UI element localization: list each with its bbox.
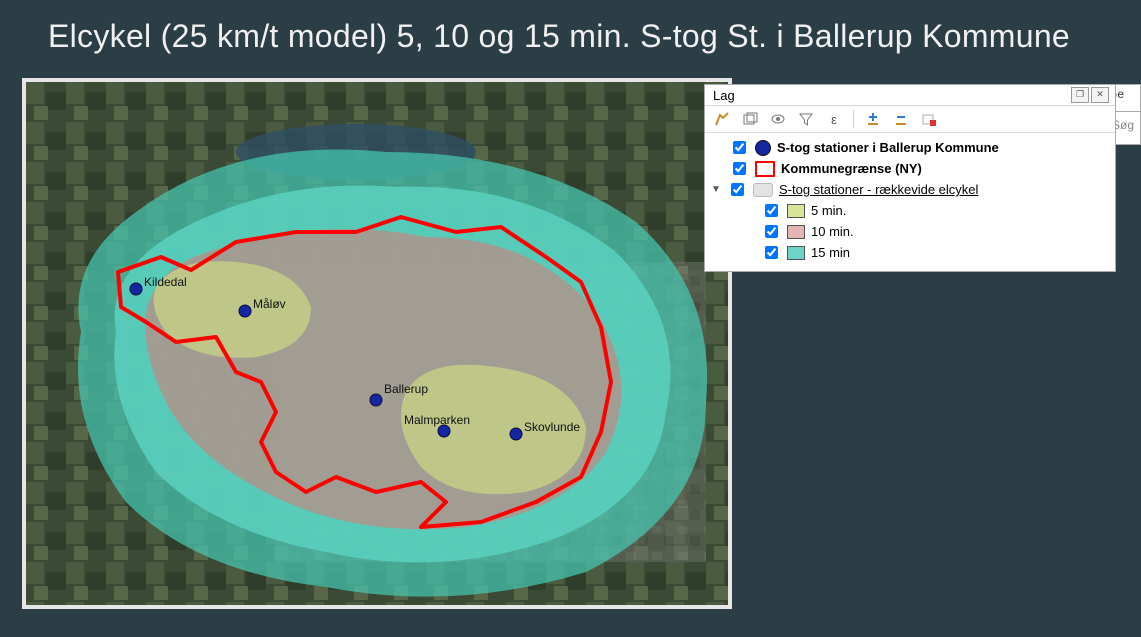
- layer-border-label: Kommunegrænse (NY): [781, 161, 922, 176]
- page-title: Elcykel (25 km/t model) 5, 10 og 15 min.…: [48, 18, 1070, 55]
- svg-text:Ballerup: Ballerup: [384, 382, 428, 396]
- layers-panel-title: Lag: [713, 88, 735, 103]
- outline-symbol-icon: [755, 161, 775, 177]
- layer-iso5-label: 5 min.: [811, 203, 846, 218]
- layer-iso10-checkbox[interactable]: [765, 225, 778, 238]
- layer-stations[interactable]: S-tog stationer i Ballerup Kommune: [711, 137, 1109, 158]
- filter-icon[interactable]: [797, 110, 815, 128]
- layer-iso15-checkbox[interactable]: [765, 246, 778, 259]
- layer-border-checkbox[interactable]: [733, 162, 746, 175]
- layer-isochrone-group[interactable]: ▼ S-tog stationer - rækkevide elcykel: [711, 179, 1109, 200]
- layer-border[interactable]: Kommunegrænse (NY): [711, 158, 1109, 179]
- swatch-10min-icon: [787, 225, 805, 239]
- layer-iso-15min[interactable]: 15 min: [711, 242, 1109, 263]
- layer-isochrone-label: S-tog stationer - rækkevide elcykel: [779, 182, 978, 197]
- layers-panel: Lag ❐ ✕ ε: [704, 84, 1116, 272]
- layer-iso5-checkbox[interactable]: [765, 204, 778, 217]
- swatch-5min-icon: [787, 204, 805, 218]
- collapse-all-icon[interactable]: [892, 110, 910, 128]
- map-viewport[interactable]: Kildedal Måløv Ballerup Malmparken Skovl…: [22, 78, 732, 609]
- layer-iso-10min[interactable]: 10 min.: [711, 221, 1109, 242]
- style-icon[interactable]: [713, 110, 731, 128]
- layer-iso15-label: 15 min: [811, 245, 850, 260]
- svg-text:Måløv: Måløv: [253, 297, 286, 311]
- panel-undock-button[interactable]: ❐: [1071, 87, 1089, 103]
- svg-text:Skovlunde: Skovlunde: [524, 420, 580, 434]
- expression-icon[interactable]: ε: [825, 110, 843, 128]
- layer-tree: S-tog stationer i Ballerup Kommune Kommu…: [705, 133, 1115, 271]
- layers-toolbar: ε: [705, 106, 1115, 133]
- group-symbol-icon: [753, 183, 773, 197]
- layer-stations-label: S-tog stationer i Ballerup Kommune: [777, 140, 999, 155]
- svg-text:Malmparken: Malmparken: [404, 413, 470, 427]
- visibility-icon[interactable]: [769, 110, 787, 128]
- swatch-15min-icon: [787, 246, 805, 260]
- layer-iso10-label: 10 min.: [811, 224, 854, 239]
- point-symbol-icon: [755, 140, 771, 156]
- map-svg: Kildedal Måløv Ballerup Malmparken Skovl…: [26, 82, 728, 605]
- layer-iso-5min[interactable]: 5 min.: [711, 200, 1109, 221]
- svg-text:Kildedal: Kildedal: [144, 275, 187, 289]
- add-group-icon[interactable]: [741, 110, 759, 128]
- layer-isochrone-checkbox[interactable]: [731, 183, 744, 196]
- expand-all-icon[interactable]: [864, 110, 882, 128]
- collapse-caret-icon[interactable]: ▼: [711, 184, 721, 195]
- layer-stations-checkbox[interactable]: [733, 141, 746, 154]
- remove-layer-icon[interactable]: [920, 110, 938, 128]
- panel-close-button[interactable]: ✕: [1091, 87, 1109, 103]
